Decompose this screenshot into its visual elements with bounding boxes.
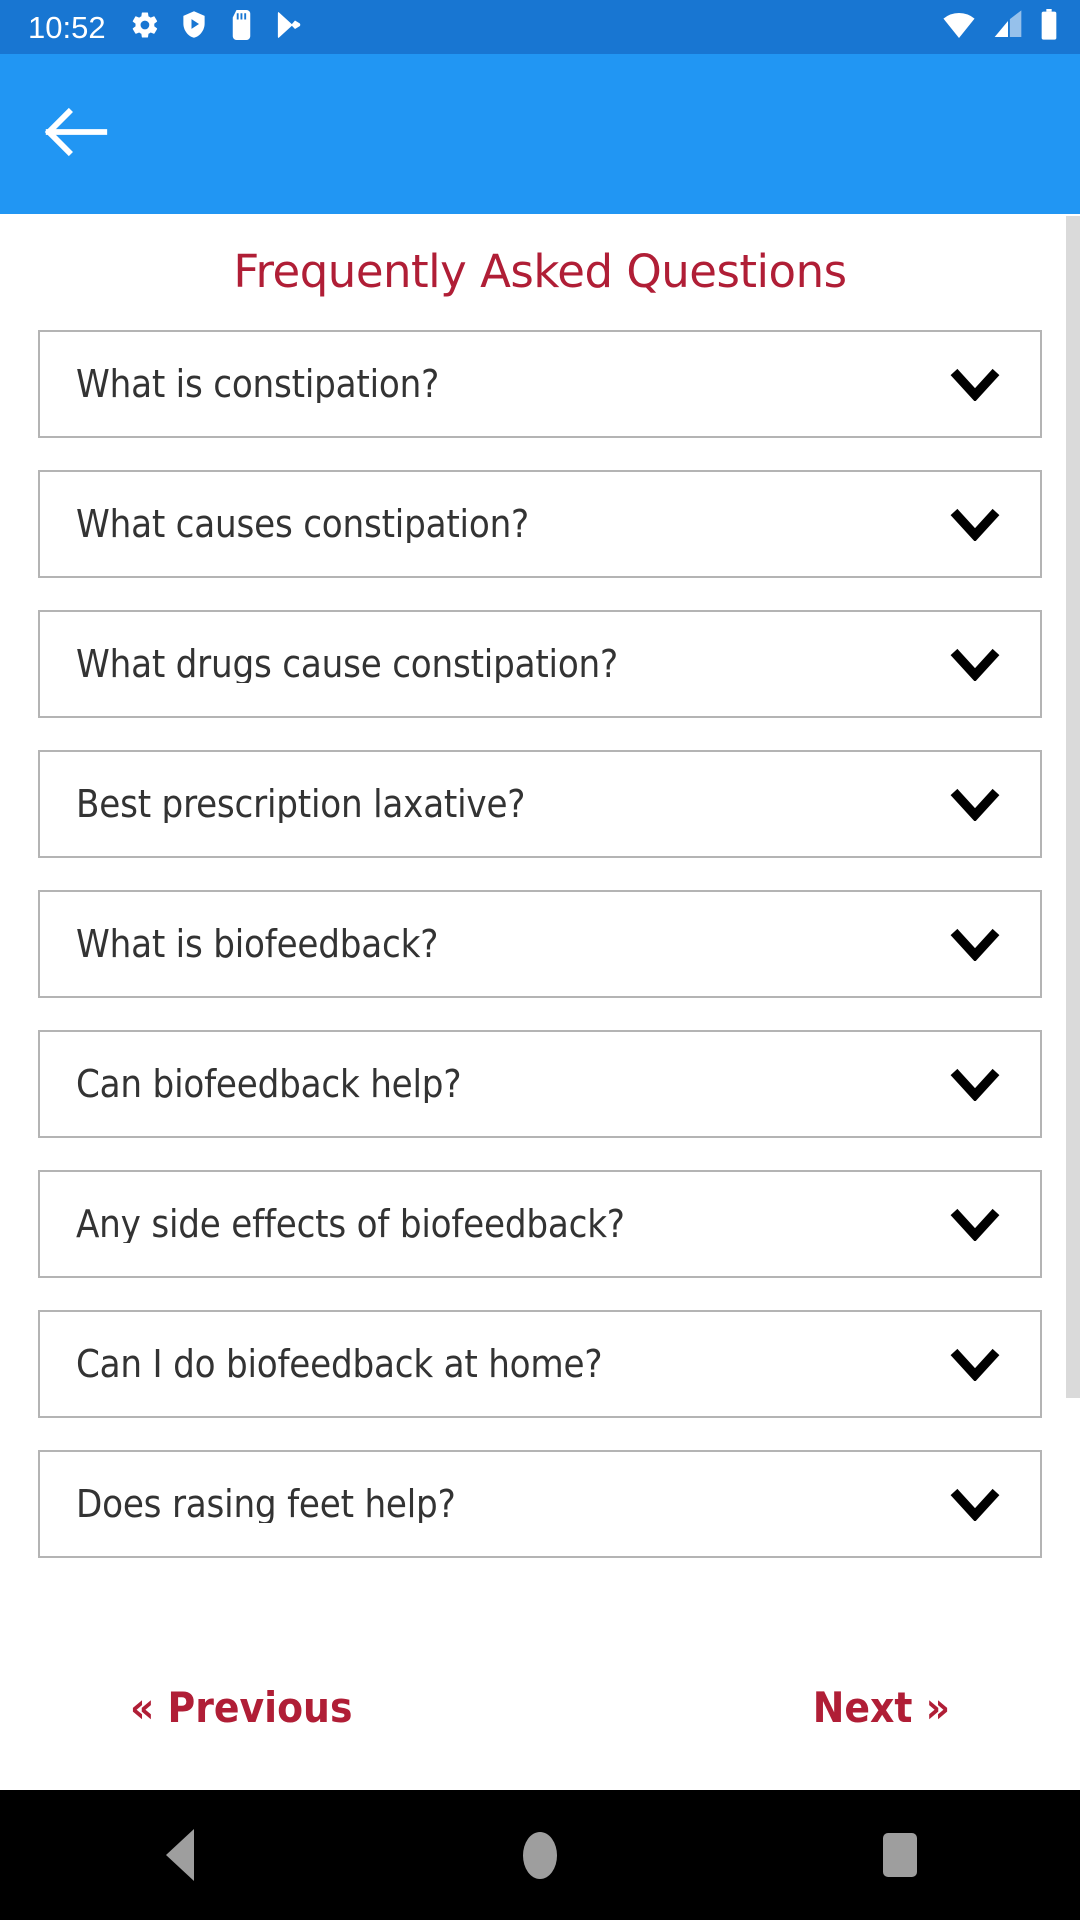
- faq-content-area: Frequently Asked Questions What is const…: [0, 214, 1080, 1790]
- chevron-down-icon[interactable]: [948, 644, 1002, 684]
- faq-question-label: What is constipation?: [76, 364, 440, 403]
- next-button[interactable]: Next »: [813, 1687, 950, 1729]
- chevron-down-icon[interactable]: [948, 364, 1002, 404]
- status-bar: 10:52: [0, 0, 1080, 54]
- previous-button[interactable]: « Previous: [130, 1687, 352, 1729]
- battery-icon: [1040, 9, 1058, 45]
- wifi-icon: [942, 10, 976, 44]
- faq-item[interactable]: Best prescription laxative?: [38, 749, 1042, 858]
- scrollbar[interactable]: [1066, 214, 1080, 1790]
- status-bar-notification-icons: [130, 10, 304, 44]
- back-button[interactable]: [38, 96, 114, 172]
- status-bar-clock: 10:52: [28, 9, 106, 45]
- back-triangle-icon: [166, 1829, 194, 1881]
- faq-question-label: What causes constipation?: [76, 504, 529, 543]
- chevron-down-icon[interactable]: [948, 1204, 1002, 1244]
- status-bar-system-icons: [942, 9, 1058, 45]
- faq-item[interactable]: What is constipation?: [38, 329, 1042, 438]
- faq-question-label: Can biofeedback help?: [76, 1064, 462, 1103]
- faq-item[interactable]: Can biofeedback help?: [38, 1029, 1042, 1138]
- nav-home-button[interactable]: [470, 1790, 610, 1920]
- faq-question-label: What is biofeedback?: [76, 924, 439, 963]
- faq-question-label: Any side effects of biofeedback?: [76, 1204, 625, 1243]
- faq-item[interactable]: Does rasing feet help?: [38, 1449, 1042, 1558]
- faq-question-label: Does rasing feet help?: [76, 1484, 456, 1523]
- faq-item[interactable]: What drugs cause constipation?: [38, 609, 1042, 718]
- pagination-controls: « Previous Next »: [0, 1670, 1080, 1746]
- chevron-down-icon[interactable]: [948, 1344, 1002, 1384]
- shield-play-icon: [179, 10, 209, 44]
- android-navigation-bar: [0, 1790, 1080, 1920]
- faq-item[interactable]: Any side effects of biofeedback?: [38, 1169, 1042, 1278]
- faq-question-label: Best prescription laxative?: [76, 784, 526, 823]
- back-arrow-icon: [44, 106, 108, 162]
- faq-item[interactable]: Can I do biofeedback at home?: [38, 1309, 1042, 1418]
- scrollbar-thumb[interactable]: [1066, 216, 1080, 1398]
- nav-recents-button[interactable]: [830, 1790, 970, 1920]
- recents-square-icon: [883, 1833, 917, 1877]
- chevron-down-icon[interactable]: [948, 1064, 1002, 1104]
- faq-item[interactable]: What is biofeedback?: [38, 889, 1042, 998]
- cellular-signal-icon: [992, 10, 1024, 44]
- faq-list: What is constipation? What causes consti…: [0, 329, 1080, 1558]
- faq-question-label: Can I do biofeedback at home?: [76, 1344, 603, 1383]
- app-bar: [0, 54, 1080, 214]
- play-store-icon: [274, 10, 304, 44]
- gear-icon: [130, 10, 160, 44]
- chevron-down-icon[interactable]: [948, 784, 1002, 824]
- page-title: Frequently Asked Questions: [233, 245, 847, 298]
- faq-question-label: What drugs cause constipation?: [76, 644, 618, 683]
- faq-item[interactable]: What causes constipation?: [38, 469, 1042, 578]
- home-circle-icon: [523, 1831, 557, 1879]
- chevron-down-icon[interactable]: [948, 504, 1002, 544]
- chevron-down-icon[interactable]: [948, 1484, 1002, 1524]
- chevron-down-icon[interactable]: [948, 924, 1002, 964]
- nav-back-button[interactable]: [110, 1790, 250, 1920]
- sd-card-icon: [228, 10, 255, 44]
